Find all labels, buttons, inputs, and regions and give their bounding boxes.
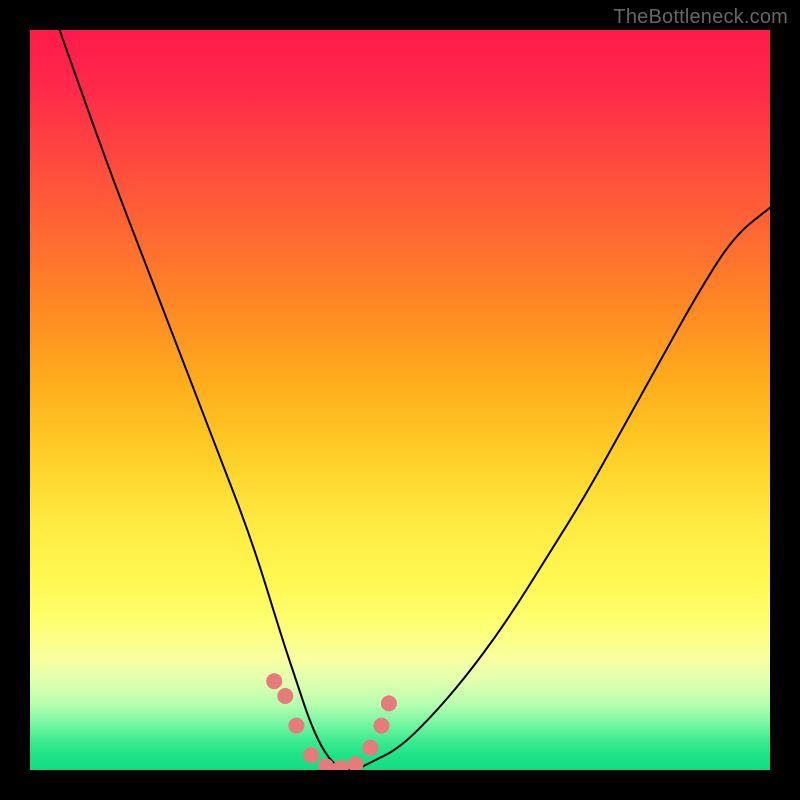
bottom-dot [362,740,378,756]
bottom-dot [381,695,397,711]
curve-line-group [60,30,770,770]
chart-svg [30,30,770,770]
bottom-dot [333,760,349,770]
bottom-dot [303,747,319,763]
bottom-dot [288,718,304,734]
curve-path [60,30,770,770]
bottom-dots-group [266,673,397,770]
watermark-text: TheBottleneck.com [613,6,788,29]
bottom-dot [374,718,390,734]
bottom-dot [277,688,293,704]
bottom-dot [348,756,364,770]
bottom-dot [266,673,282,689]
chart-area [30,30,770,770]
